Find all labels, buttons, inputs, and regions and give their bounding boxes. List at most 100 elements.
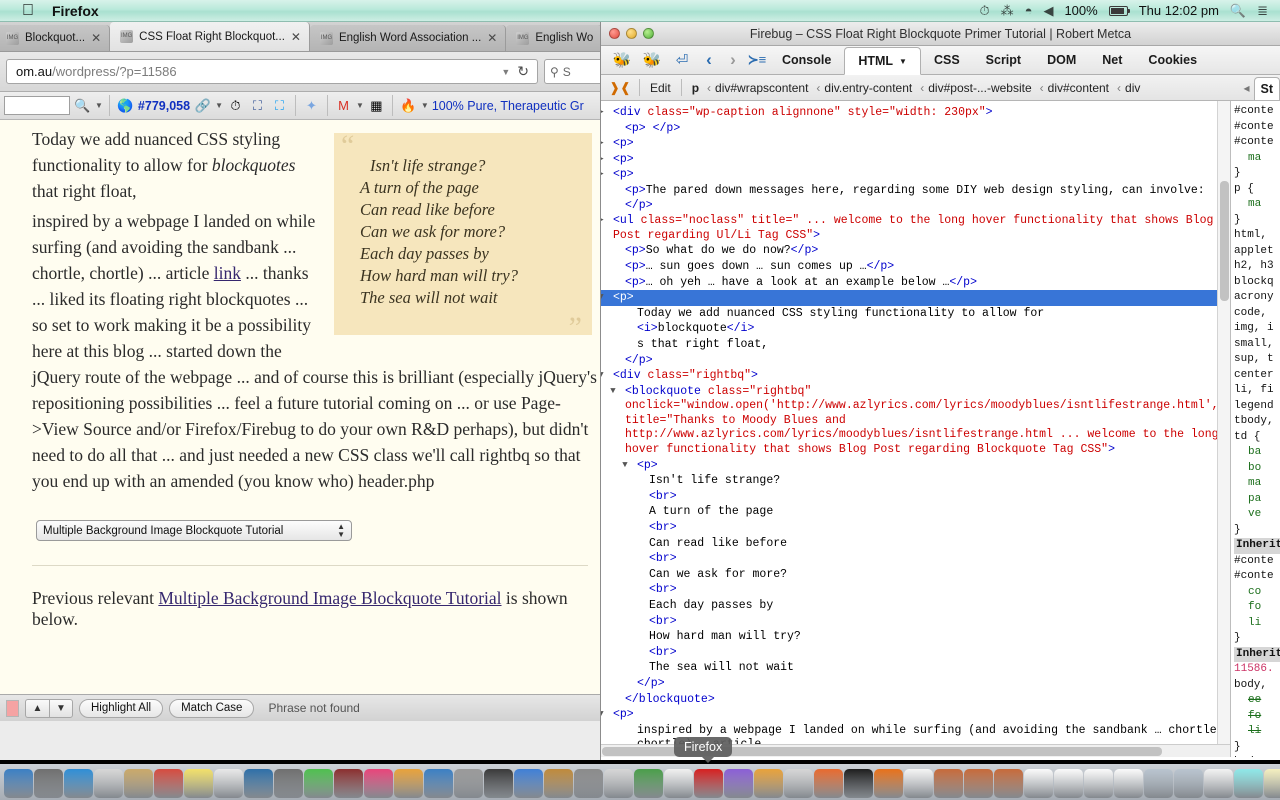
dock-item-star-app[interactable] (724, 769, 753, 798)
article-link[interactable]: link (214, 263, 241, 283)
twisty-open-icon[interactable]: ▼ (622, 458, 637, 473)
html-line[interactable]: </p> (601, 353, 1230, 369)
twisty-closed-icon[interactable]: ▶ (601, 105, 613, 120)
dock-item-win2[interactable] (1054, 769, 1083, 798)
breadcrumb-0[interactable]: p (688, 81, 703, 95)
css-strike-line[interactable]: ee (1234, 693, 1280, 709)
html-line[interactable]: <br> (601, 520, 1230, 536)
firebug-select-icon[interactable]: ⏎ (667, 46, 697, 74)
link-icon[interactable]: 🔗 (193, 96, 212, 115)
web-search-input[interactable] (4, 96, 70, 115)
html-line[interactable]: <br> (601, 614, 1230, 630)
twisty-open-icon[interactable]: ▼ (601, 368, 613, 383)
css-prop-line[interactable]: li (1234, 616, 1280, 632)
html-line[interactable]: ▶<div class="wp-caption alignnone" style… (601, 105, 1230, 121)
dock-item-xcode[interactable] (514, 769, 543, 798)
dock-item-messages[interactable] (304, 769, 333, 798)
tab-script[interactable]: Script (973, 46, 1034, 74)
twitter-share-icon[interactable]: ⛶ (270, 96, 289, 115)
bluetooth-icon[interactable]: ⁂ (1001, 3, 1014, 19)
html-line[interactable]: ▼<p> (601, 707, 1230, 723)
css-prop-line[interactable]: ba (1234, 445, 1280, 461)
html-line[interactable]: Today we add nuanced CSS styling functio… (601, 306, 1230, 322)
dock-item-time-machine[interactable] (574, 769, 603, 798)
tab-dom[interactable]: DOM (1034, 46, 1089, 74)
chevron-down-icon[interactable]: ▼ (421, 101, 429, 110)
inspect-element-icon[interactable]: ❱❰ (607, 80, 633, 96)
browser-tab-0[interactable]: IMG Blockquot... ✕ (0, 25, 111, 51)
html-line[interactable]: <i>blockquote</i> (601, 321, 1230, 337)
css-prop-line[interactable]: pa (1234, 492, 1280, 508)
dock-item-preview[interactable] (784, 769, 813, 798)
html-line[interactable]: <br> (601, 489, 1230, 505)
firebug-inspect-icon[interactable]: 🐝 (637, 46, 667, 74)
close-tab-icon[interactable]: ✕ (291, 30, 301, 44)
nav-more-icon[interactable]: ≻≡ (745, 46, 769, 74)
dock-item-win9[interactable] (1264, 769, 1280, 798)
dock-item-win7[interactable] (1204, 769, 1233, 798)
firebug-style-panel[interactable]: #conte #conte #conte ma} p {ma} html, applet h2… (1230, 101, 1280, 757)
breadcrumb-3[interactable]: ‹ div#post-...-website (916, 81, 1035, 95)
html-line[interactable]: Can we ask for more? (601, 567, 1230, 583)
dock-item-win6[interactable] (1174, 769, 1203, 798)
dock-item-win5[interactable] (1144, 769, 1173, 798)
dock-item-win8[interactable] (1234, 769, 1263, 798)
tab-net[interactable]: Net (1089, 46, 1135, 74)
search-icon[interactable]: 🔍 (1230, 3, 1246, 19)
html-line[interactable]: ▼<p> (601, 458, 1230, 474)
dock-item-file-manager[interactable] (484, 769, 513, 798)
firebug-bug-icon[interactable]: 🐝 (607, 46, 637, 74)
twisty-closed-icon[interactable]: ▶ (601, 136, 613, 151)
match-case-button[interactable]: Match Case (169, 698, 255, 718)
html-line[interactable]: s that right float, (601, 337, 1230, 353)
dock-item-win1[interactable] (1024, 769, 1053, 798)
flame-icon[interactable]: 🔥 (399, 96, 418, 115)
minimize-window-icon[interactable] (626, 28, 637, 39)
dock-item-folder3[interactable] (994, 769, 1023, 798)
dock-item-safari[interactable] (64, 769, 93, 798)
url-bar[interactable]: om.au/wordpress/?p=11586 ▼ ↻ (6, 59, 538, 84)
clock-icon[interactable]: ⏱ (226, 96, 245, 115)
html-line[interactable]: ▶<p> (601, 167, 1230, 183)
twisty-closed-icon[interactable]: ▶ (601, 213, 613, 228)
twisty-open-icon[interactable]: ▼ (610, 384, 625, 399)
close-window-icon[interactable] (609, 28, 620, 39)
notification-center-icon[interactable]: ≣ (1257, 3, 1268, 19)
css-prop-line[interactable]: ma (1234, 197, 1280, 213)
css-prop-line[interactable]: ma (1234, 151, 1280, 167)
css-strike-line[interactable]: fo (1234, 709, 1280, 725)
nav-back-icon[interactable]: ‹ (697, 46, 721, 74)
css-prop-line[interactable]: ma (1234, 476, 1280, 492)
promo-link[interactable]: 100% Pure, Therapeutic Gr (432, 99, 584, 113)
find-next-button[interactable]: ▼ (49, 698, 73, 718)
panel-scroll-left-icon[interactable]: ◂ (1239, 81, 1253, 95)
html-line[interactable]: <br> (601, 551, 1230, 567)
breadcrumb-5[interactable]: ‹ div (1113, 81, 1144, 95)
dock-item-doc[interactable] (904, 769, 933, 798)
html-line[interactable]: <p>So what do we do now?</p> (601, 243, 1230, 259)
css-prop-line[interactable]: fo (1234, 600, 1280, 616)
twisty-open-icon[interactable]: ▼ (601, 290, 613, 305)
right-float-blockquote[interactable]: “ Isn't life strange? A turn of the page… (334, 131, 592, 343)
browser-tab-3[interactable]: IMG English Wo (506, 25, 603, 51)
html-line[interactable]: <p> </p> (601, 121, 1230, 137)
dock-item-ibooks[interactable] (394, 769, 423, 798)
dock-item-folder1[interactable] (934, 769, 963, 798)
dock-item-photo-booth[interactable] (274, 769, 303, 798)
close-tab-icon[interactable]: ✕ (487, 31, 497, 45)
html-line[interactable]: <p>… oh yeh … have a look at an example … (601, 275, 1230, 291)
html-line[interactable]: ▼<div class="rightbq"> (601, 368, 1230, 384)
html-line[interactable]: A turn of the page (601, 504, 1230, 520)
dock-item-opera[interactable] (694, 769, 723, 798)
html-line[interactable]: Each day passes by (601, 598, 1230, 614)
wifi-icon[interactable]: ◓ (1025, 3, 1033, 18)
html-panel-vscrollbar[interactable] (1217, 101, 1230, 744)
dock-item-reminders[interactable] (214, 769, 243, 798)
dock-item-photos[interactable] (814, 769, 843, 798)
html-line[interactable]: ▼<p> (601, 290, 1230, 306)
dock-item-folder2[interactable] (964, 769, 993, 798)
reload-icon[interactable]: ↻ (517, 63, 533, 80)
close-findbar-icon[interactable] (6, 699, 19, 717)
globe-icon[interactable]: 🌎 (116, 96, 135, 115)
breadcrumb-2[interactable]: ‹ div.entry-content (812, 81, 916, 95)
